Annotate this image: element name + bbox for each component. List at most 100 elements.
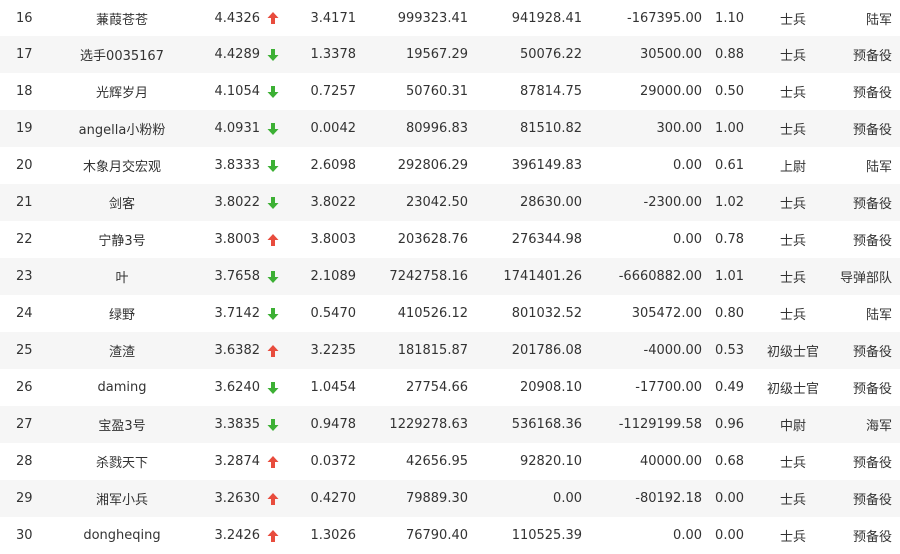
score-value: 3.7142 (214, 306, 261, 321)
military-rank: 士兵 (779, 123, 806, 138)
value-2: 42656.95 (405, 454, 468, 469)
value-2: 410526.12 (397, 306, 468, 321)
military-branch: 预备役 (852, 345, 892, 360)
value-3: 201786.08 (511, 343, 582, 358)
value-5: 0.78 (715, 232, 744, 247)
value-3: 801032.52 (511, 306, 582, 321)
score-value: 3.2426 (214, 528, 261, 543)
arrow-up-icon (266, 0, 280, 36)
military-branch: 导弹部队 (839, 271, 892, 286)
value-3: 941928.41 (511, 10, 582, 26)
value-1: 1.3378 (310, 47, 357, 62)
military-rank: 士兵 (779, 493, 806, 508)
table-row[interactable]: 27 宝盈3号 3.3835 0.9478 1229278.63 536168.36 -11… (0, 406, 900, 443)
value-5: 0.80 (715, 306, 744, 321)
score-value: 4.4289 (214, 47, 261, 62)
value-2: 50760.31 (405, 84, 468, 99)
user-name: 湘军小兵 (95, 493, 148, 508)
score-value: 3.2630 (214, 491, 261, 506)
rank-cell: 29 (16, 491, 33, 506)
value-3: 92820.10 (519, 454, 582, 469)
table-row[interactable]: 25 渣渣 3.6382 3.2235 181815.87 201786.08 -4000.… (0, 332, 900, 369)
arrow-down-icon (266, 295, 280, 332)
table-row[interactable]: 18 光辉岁月 4.1054 0.7257 50760.31 87814.75 29000.… (0, 73, 900, 110)
arrow-down-icon (266, 369, 280, 406)
value-1: 0.4270 (310, 491, 357, 506)
table-row[interactable]: 22 宁静3号 3.8003 3.8003 203628.76 276344.98 0.00… (0, 221, 900, 258)
value-4: -17700.00 (635, 380, 702, 395)
value-5: 1.01 (715, 269, 744, 284)
user-name: 绿野 (108, 308, 135, 323)
value-1: 3.2235 (310, 343, 357, 358)
military-rank: 士兵 (779, 234, 806, 249)
value-5: 0.88 (715, 47, 744, 62)
value-1: 2.1089 (310, 269, 357, 284)
user-name: 宝盈3号 (98, 419, 146, 434)
value-1: 0.0042 (310, 121, 357, 136)
user-name: 杀戮天下 (95, 456, 148, 471)
table-row[interactable]: 20 木象月交宏观 3.8333 2.6098 292806.29 396149.83 0.… (0, 147, 900, 184)
military-rank: 士兵 (779, 456, 806, 471)
value-2: 80996.83 (405, 121, 468, 136)
value-4: 29000.00 (639, 84, 702, 99)
value-4: -167395.00 (627, 10, 702, 26)
military-rank: 士兵 (779, 49, 806, 64)
military-branch: 预备役 (852, 86, 892, 101)
table-row[interactable]: 30 dongheqing 3.2426 1.3026 76790.40 110525.3… (0, 517, 900, 554)
table-row[interactable]: 26 daming 3.6240 1.0454 27754.66 20908.10 -177… (0, 369, 900, 406)
value-2: 76790.40 (405, 528, 468, 543)
ranking-table: 16 蒹葭苍苍 4.4326 3.4171 999323.41 941928.41 -167… (0, 0, 900, 554)
table-row[interactable]: 16 蒹葭苍苍 4.4326 3.4171 999323.41 941928.41 -167… (0, 0, 900, 36)
military-branch: 预备役 (852, 456, 892, 471)
rank-cell: 30 (16, 528, 33, 543)
value-5: 0.00 (715, 491, 744, 506)
arrow-down-icon (266, 147, 280, 184)
arrow-down-icon (266, 36, 280, 73)
table-row[interactable]: 28 杀戮天下 3.2874 0.0372 42656.95 92820.10 40000.… (0, 443, 900, 480)
value-1: 0.9478 (310, 417, 357, 432)
user-name: 木象月交宏观 (82, 160, 161, 175)
table-row[interactable]: 23 叶 3.7658 2.1089 7242758.16 1741401.26 -6660… (0, 258, 900, 295)
military-branch: 预备役 (852, 530, 892, 545)
value-1: 3.8003 (310, 232, 357, 247)
value-1: 1.3026 (310, 528, 357, 543)
table-row[interactable]: 24 绿野 3.7142 0.5470 410526.12 801032.52 305472… (0, 295, 900, 332)
table-row[interactable]: 29 湘军小兵 3.2630 0.4270 79889.30 0.00 -80192.18 0… (0, 480, 900, 517)
military-branch: 陆军 (865, 12, 892, 28)
table-row[interactable]: 17 选手0035167 4.4289 1.3378 19567.29 50076.22 3… (0, 36, 900, 73)
table-row[interactable]: 19 angella小粉粉 4.0931 0.0042 80996.83 81510.82… (0, 110, 900, 147)
value-5: 1.02 (715, 195, 744, 210)
military-rank: 士兵 (779, 12, 806, 28)
score-value: 3.8003 (214, 232, 261, 247)
military-branch: 预备役 (852, 123, 892, 138)
value-3: 50076.22 (519, 47, 582, 62)
value-5: 0.61 (715, 158, 744, 173)
value-1: 0.5470 (310, 306, 357, 321)
score-value: 3.2874 (214, 454, 261, 469)
table-row[interactable]: 21 剑客 3.8022 3.8022 23042.50 28630.00 -2300.00… (0, 184, 900, 221)
military-rank: 上尉 (779, 160, 806, 175)
value-5: 0.49 (715, 380, 744, 395)
user-name: daming (97, 380, 147, 395)
value-3: 20908.10 (519, 380, 582, 395)
military-branch: 预备役 (852, 382, 892, 397)
military-rank: 初级士官 (766, 345, 819, 360)
military-branch: 陆军 (865, 308, 892, 323)
value-4: 0.00 (673, 158, 702, 173)
rank-cell: 19 (16, 121, 33, 136)
value-3: 87814.75 (519, 84, 582, 99)
military-branch: 预备役 (852, 234, 892, 249)
score-value: 4.4326 (214, 10, 261, 26)
value-3: 536168.36 (511, 417, 582, 432)
value-4: -6660882.00 (618, 269, 702, 284)
military-rank: 士兵 (779, 86, 806, 101)
value-2: 203628.76 (397, 232, 468, 247)
arrow-up-icon (266, 480, 280, 517)
military-rank: 士兵 (779, 271, 806, 286)
value-4: 0.00 (673, 528, 702, 543)
value-3: 28630.00 (519, 195, 582, 210)
value-3: 81510.82 (519, 121, 582, 136)
value-4: -1129199.58 (618, 417, 702, 432)
value-4: -4000.00 (643, 343, 702, 358)
military-rank: 士兵 (779, 308, 806, 323)
